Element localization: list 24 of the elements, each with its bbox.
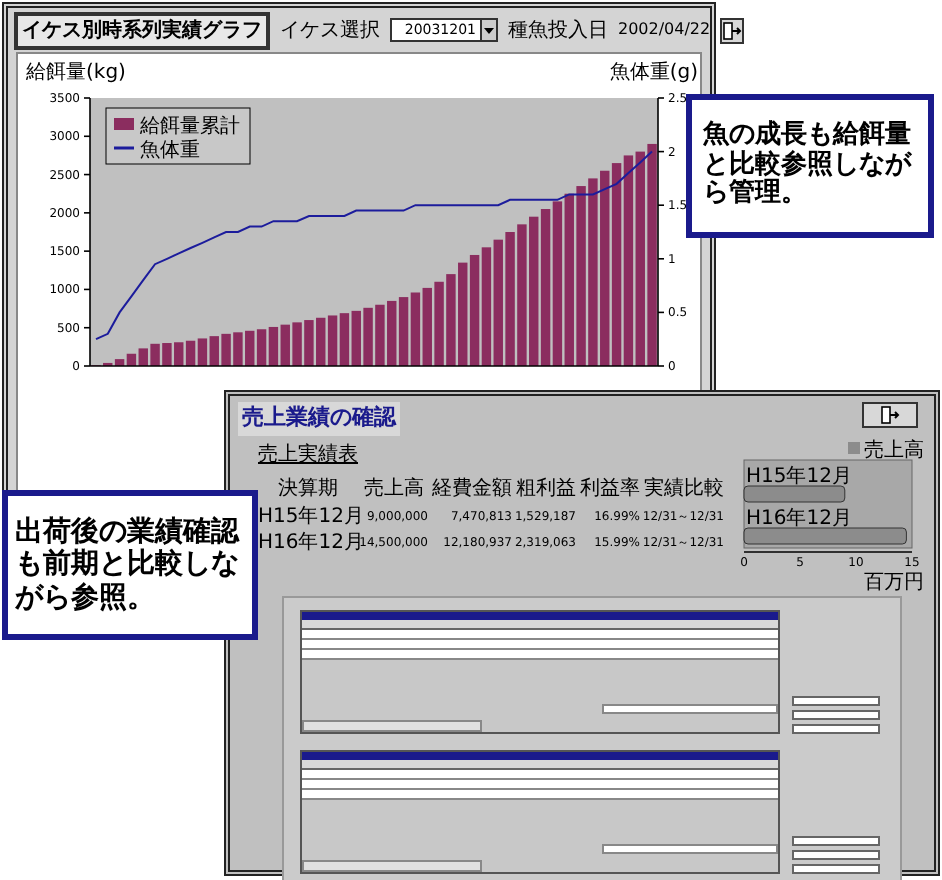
field-label: イケス選択 (280, 17, 380, 45)
column-header: 決算期 (276, 475, 340, 503)
axis-label: H15年12月 (746, 465, 853, 487)
column-header: 実績比較 (642, 475, 726, 503)
axis-label: H16年12月 (746, 507, 853, 529)
callout-text: 魚の成長も給餌量と比較参照しながら管理。 (703, 121, 914, 211)
table-cell: H15年12月 (258, 505, 358, 529)
window-title: 売上業績の確認 (238, 402, 400, 435)
legend-label: 給餌量累計 (140, 116, 240, 138)
callout-text: 出荷後の業績確認も前期と比較しながら参照。 (15, 516, 242, 614)
section-title: 売上実績表 (258, 441, 360, 469)
column-header: 売上高 (362, 475, 426, 503)
axis-title: 百万円 (864, 571, 925, 591)
column-header: 利益率 (578, 475, 642, 503)
column-header: 粗利益 (514, 475, 578, 503)
table-cell: H16年12月 (258, 531, 358, 555)
field-label: 種魚投入日 (508, 17, 608, 45)
axis-title: 給餌量(kg) (26, 62, 126, 84)
legend-label: 売上高 (864, 439, 925, 461)
stocking-date: 2002/04/22 (618, 18, 711, 42)
column-header: 経費金額 (430, 475, 514, 503)
axis-title: 魚体重(g) (609, 62, 698, 84)
legend-label: 魚体重 (140, 140, 200, 162)
window-title: イケス別時系列実績グラフ (14, 11, 270, 49)
